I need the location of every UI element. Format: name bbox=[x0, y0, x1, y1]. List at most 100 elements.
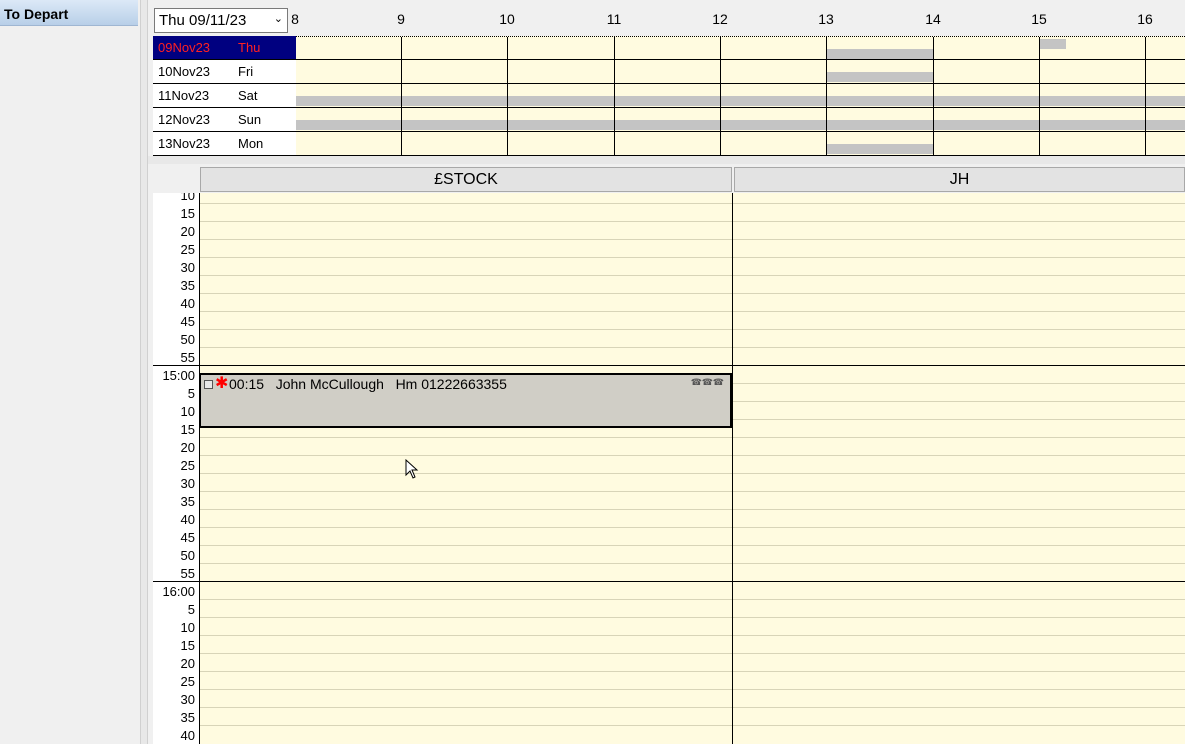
day-strip[interactable] bbox=[296, 132, 1185, 156]
minute-time-label: 50 bbox=[180, 548, 195, 563]
slot-line bbox=[200, 257, 732, 258]
day-row[interactable]: 11Nov23 Sat bbox=[153, 84, 296, 108]
hour-divider bbox=[153, 581, 199, 582]
slot-line bbox=[733, 401, 1185, 402]
slot-line bbox=[733, 635, 1185, 636]
appointment-block[interactable]: ✱ 00:15 John McCullough Hm 01222663355 ☎… bbox=[199, 373, 732, 428]
day-name: Mon bbox=[238, 136, 264, 151]
hour-gridline bbox=[826, 132, 827, 155]
hour-gridline bbox=[933, 108, 934, 131]
busy-block bbox=[826, 72, 933, 82]
day-strip[interactable] bbox=[296, 60, 1185, 84]
minute-time-label: 30 bbox=[180, 692, 195, 707]
slot-line bbox=[733, 671, 1185, 672]
day-strip[interactable] bbox=[296, 108, 1185, 132]
hour-gridline bbox=[1145, 108, 1146, 131]
hour-divider bbox=[153, 365, 199, 366]
hour-gridline bbox=[1039, 132, 1040, 155]
hour-gridline bbox=[720, 84, 721, 107]
time-column: 10 15 20 25 30 35 40 45 50 55 15:00 5 10 15 20 25 30 35 40… bbox=[153, 193, 200, 744]
slot-line bbox=[733, 653, 1185, 654]
hour-gridline bbox=[1039, 60, 1040, 83]
to-depart-button[interactable]: To Depart bbox=[0, 0, 138, 26]
chevron-down-icon[interactable]: ⌄ bbox=[274, 12, 283, 25]
hour-label: 13 bbox=[818, 11, 834, 27]
slot-line bbox=[733, 365, 1185, 366]
slot-line bbox=[733, 473, 1185, 474]
hour-gridline bbox=[826, 84, 827, 107]
slot-line bbox=[200, 617, 732, 618]
panel-separator bbox=[148, 156, 1185, 164]
minute-time-label: 35 bbox=[180, 710, 195, 725]
hour-gridline bbox=[401, 132, 402, 155]
slot-line bbox=[200, 707, 732, 708]
slot-line bbox=[733, 509, 1185, 510]
busy-block bbox=[1039, 39, 1066, 49]
day-strip[interactable] bbox=[296, 84, 1185, 108]
day-row[interactable]: 13Nov23 Mon bbox=[153, 132, 296, 156]
alert-star-icon: ✱ bbox=[215, 375, 229, 392]
slot-line bbox=[200, 563, 732, 564]
day-row[interactable]: 09Nov23 Thu bbox=[153, 36, 296, 60]
slot-line bbox=[200, 653, 732, 654]
mouse-cursor-icon bbox=[405, 459, 419, 479]
date-dropdown[interactable]: Thu 09/11/23 ⌄ bbox=[154, 8, 288, 33]
appointment-text: 00:15 John McCullough Hm 01222663355 bbox=[229, 376, 507, 392]
day-date: 12Nov23 bbox=[158, 112, 211, 127]
hour-gridline bbox=[720, 37, 721, 59]
minute-time-label: 10 bbox=[180, 620, 195, 635]
slot-line bbox=[200, 437, 732, 438]
hour-gridline bbox=[933, 60, 934, 83]
slot-line bbox=[733, 257, 1185, 258]
phone-icon: ☎ bbox=[690, 377, 702, 387]
schedule-column-jh[interactable] bbox=[733, 193, 1185, 744]
day-row[interactable]: 12Nov23 Sun bbox=[153, 108, 296, 132]
hour-gridline bbox=[1145, 84, 1146, 107]
splitter[interactable] bbox=[140, 0, 148, 744]
day-strip[interactable] bbox=[296, 36, 1185, 60]
hour-gridline bbox=[614, 132, 615, 155]
slot-line bbox=[733, 293, 1185, 294]
minute-time-label: 20 bbox=[180, 440, 195, 455]
sidebar: To Depart bbox=[0, 0, 140, 744]
hour-gridline bbox=[614, 60, 615, 83]
appointment-phone: Hm 01222663355 bbox=[395, 376, 507, 392]
hour-gridline bbox=[826, 37, 827, 59]
day-name: Sat bbox=[238, 88, 258, 103]
slot-line bbox=[200, 725, 732, 726]
hour-gridline bbox=[1145, 132, 1146, 155]
slot-line bbox=[200, 239, 732, 240]
appointment-duration: 00:15 bbox=[229, 376, 265, 392]
appointment-checkbox[interactable] bbox=[204, 380, 213, 389]
hour-label: 8 bbox=[291, 11, 299, 27]
busy-block bbox=[826, 49, 933, 59]
minute-time-label: 45 bbox=[180, 530, 195, 545]
minute-time-label: 45 bbox=[180, 314, 195, 329]
slot-line bbox=[200, 347, 732, 348]
hour-gridline bbox=[933, 37, 934, 59]
slot-line bbox=[200, 293, 732, 294]
slot-line bbox=[200, 545, 732, 546]
minute-time-label: 5 bbox=[187, 602, 195, 617]
minute-time-label: 10 bbox=[180, 193, 195, 203]
hour-gridline bbox=[614, 84, 615, 107]
slot-line bbox=[200, 509, 732, 510]
column-header-jh[interactable]: JH bbox=[734, 167, 1185, 192]
slot-line bbox=[200, 329, 732, 330]
busy-block bbox=[826, 144, 933, 154]
hour-time-label: 15:00 bbox=[162, 368, 195, 383]
hour-label: 15 bbox=[1031, 11, 1047, 27]
day-row[interactable]: 10Nov23 Fri bbox=[153, 60, 296, 84]
slot-line bbox=[200, 275, 732, 276]
slot-line bbox=[733, 725, 1185, 726]
column-header-stock[interactable]: £STOCK bbox=[200, 167, 732, 192]
hour-gridline bbox=[1039, 37, 1040, 59]
day-date: 11Nov23 bbox=[158, 88, 210, 103]
slot-line bbox=[200, 581, 732, 582]
slot-line bbox=[200, 491, 732, 492]
slot-line bbox=[200, 527, 732, 528]
hour-gridline bbox=[401, 37, 402, 59]
slot-line bbox=[733, 689, 1185, 690]
minute-time-label: 30 bbox=[180, 260, 195, 275]
schedule-column-stock[interactable] bbox=[200, 193, 732, 744]
